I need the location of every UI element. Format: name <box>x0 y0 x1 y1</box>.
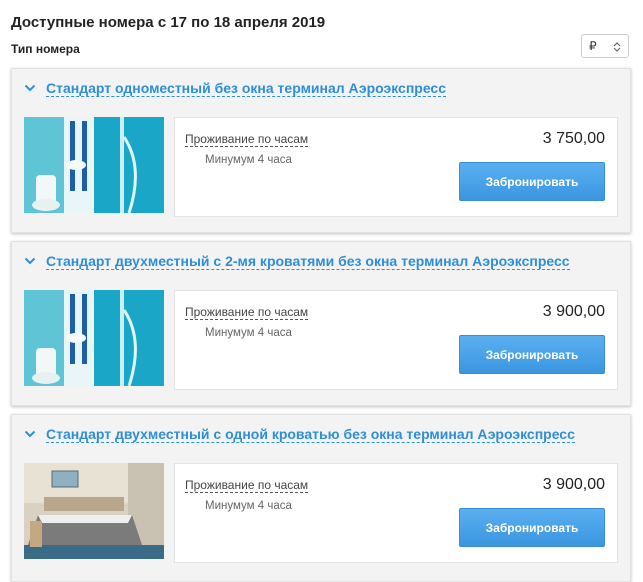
currency-select[interactable]: ₽ <box>581 34 629 58</box>
chevron-down-icon <box>24 84 36 92</box>
room-card: Стандарт двухместный с 2-мя кроватями бе… <box>11 241 631 406</box>
bedroom-photo-image <box>24 463 164 559</box>
bathroom-photo-image <box>24 290 164 386</box>
chevron-down-icon <box>24 257 36 265</box>
room-header[interactable]: Стандарт двухместный с одной кроватью бе… <box>12 415 630 453</box>
minimum-stay-text: Минумум 4 часа <box>205 500 292 512</box>
bathroom-photo-image <box>24 117 164 213</box>
book-button[interactable]: Забронировать <box>459 162 605 201</box>
room-header[interactable]: Стандарт двухместный с 2-мя кроватями бе… <box>12 242 630 280</box>
book-button[interactable]: Забронировать <box>459 508 605 547</box>
minimum-stay-text: Минумум 4 часа <box>205 154 292 166</box>
currency-value: ₽ <box>589 39 597 53</box>
price-value: 3 900,00 <box>542 303 605 320</box>
room-card: Стандарт двухместный с одной кроватью бе… <box>11 414 631 582</box>
book-button[interactable]: Забронировать <box>459 335 605 374</box>
room-photo[interactable] <box>24 463 164 559</box>
price-value: 3 750,00 <box>542 130 605 147</box>
chevron-down-icon <box>24 430 36 438</box>
offer-box: Проживание по часам Минумум 4 часа 3 750… <box>174 117 618 217</box>
tariff-label[interactable]: Проживание по часам <box>185 305 309 320</box>
tariff-label[interactable]: Проживание по часам <box>185 478 309 493</box>
room-name-link[interactable]: Стандарт двухместный с одной кроватью бе… <box>46 426 575 443</box>
offer-box: Проживание по часам Минумум 4 часа 3 900… <box>174 290 618 390</box>
room-name-link[interactable]: Стандарт двухместный с 2-мя кроватями бе… <box>46 253 570 270</box>
page-title: Доступные номера с 17 по 18 апреля 2019 <box>11 14 326 31</box>
room-photo[interactable] <box>24 290 164 386</box>
room-name-link[interactable]: Стандарт одноместный без окна терминал А… <box>46 80 447 97</box>
offer-box: Проживание по часам Минумум 4 часа 3 900… <box>174 463 618 563</box>
room-header[interactable]: Стандарт одноместный без окна терминал А… <box>12 69 630 107</box>
room-type-label: Тип номера <box>11 42 80 56</box>
price-value: 3 900,00 <box>542 476 605 493</box>
minimum-stay-text: Минумум 4 часа <box>205 327 292 339</box>
tariff-label[interactable]: Проживание по часам <box>185 132 309 147</box>
room-card: Стандарт одноместный без окна терминал А… <box>11 68 631 233</box>
room-photo[interactable] <box>24 117 164 213</box>
updown-caret-icon <box>613 42 621 52</box>
